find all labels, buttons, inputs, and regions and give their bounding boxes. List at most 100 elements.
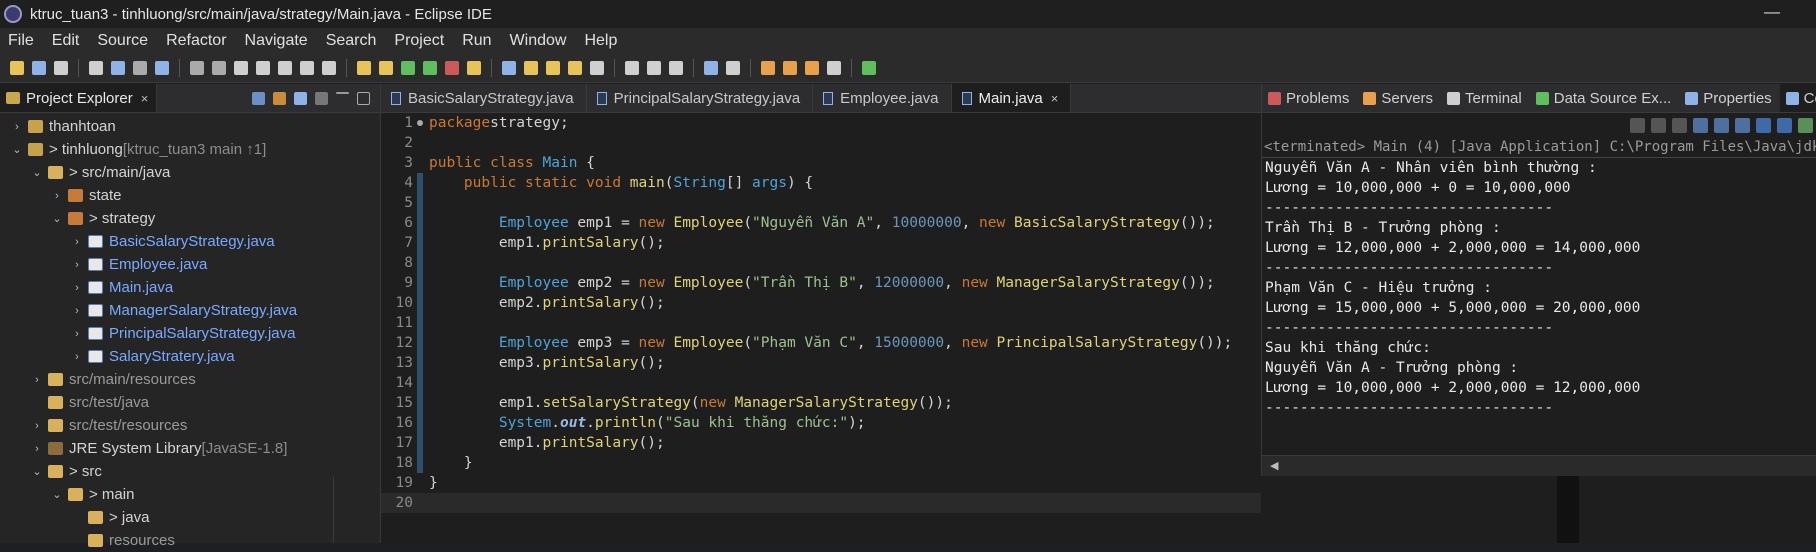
toolbar-icon[interactable] bbox=[669, 60, 683, 75]
chevron-down-icon[interactable]: ⌄ bbox=[30, 166, 44, 179]
toolbar-icon[interactable] bbox=[322, 60, 336, 75]
console-tab[interactable]: Cons bbox=[1779, 84, 1816, 112]
tree-item[interactable]: › src/test/resources bbox=[0, 414, 380, 437]
toolbar-icon[interactable] bbox=[278, 60, 292, 75]
show-on-output-icon[interactable] bbox=[1756, 117, 1771, 133]
tree-item[interactable]: › SalaryStratery.java bbox=[0, 345, 380, 368]
toolbar-icon[interactable] bbox=[546, 60, 560, 75]
toolbar-icon[interactable] bbox=[502, 60, 516, 75]
toolbar-icon[interactable] bbox=[212, 60, 226, 75]
toolbar-icon[interactable] bbox=[647, 60, 661, 75]
console-tab[interactable]: Problems bbox=[1262, 84, 1357, 112]
toolbar-icon[interactable] bbox=[155, 60, 169, 75]
menu-search[interactable]: Search bbox=[318, 32, 387, 50]
chevron-right-icon[interactable]: › bbox=[30, 443, 44, 455]
tree-item[interactable]: › BasicSalaryStrategy.java bbox=[0, 230, 380, 253]
chevron-right-icon[interactable]: › bbox=[70, 236, 84, 248]
scroll-lock-icon[interactable] bbox=[1714, 117, 1729, 133]
toolbar-icon[interactable] bbox=[467, 60, 481, 75]
tree-item[interactable]: › thanhtoan bbox=[0, 115, 380, 138]
toolbar-icon[interactable] bbox=[10, 60, 24, 75]
chevron-down-icon[interactable]: ⌄ bbox=[10, 143, 24, 156]
menu-project[interactable]: Project bbox=[386, 32, 454, 50]
toolbar-icon[interactable] bbox=[234, 60, 248, 75]
menu-edit[interactable]: Edit bbox=[44, 32, 90, 50]
tree-item[interactable]: resources bbox=[0, 529, 380, 552]
editor-tab[interactable]: PrincipalSalaryStrategy.java bbox=[587, 84, 814, 112]
toolbar-icon[interactable] bbox=[590, 60, 604, 75]
minimize-view-icon[interactable] bbox=[336, 91, 349, 94]
code-area[interactable]: 1 packagestrategy; 2 3 public class Main {4 … bbox=[381, 113, 1261, 513]
toolbar-icon[interactable] bbox=[761, 60, 775, 75]
tree-item[interactable]: › Main.java bbox=[0, 276, 380, 299]
close-icon[interactable]: × bbox=[1051, 91, 1059, 106]
editor-tab[interactable]: BasicSalaryStrategy.java bbox=[381, 84, 587, 112]
chevron-down-icon[interactable]: ⌄ bbox=[50, 212, 64, 225]
link-with-editor-icon[interactable] bbox=[273, 91, 286, 105]
fold-marker-icon[interactable] bbox=[417, 120, 423, 126]
chevron-right-icon[interactable]: › bbox=[30, 374, 44, 386]
chevron-right-icon[interactable]: › bbox=[70, 259, 84, 271]
toolbar-icon[interactable] bbox=[32, 60, 46, 75]
tree-item[interactable]: src/test/java bbox=[0, 391, 380, 414]
toolbar-icon[interactable] bbox=[300, 60, 314, 75]
menu-window[interactable]: Window bbox=[502, 32, 577, 50]
console-tab[interactable]: Servers bbox=[1357, 84, 1441, 112]
view-menu-icon[interactable] bbox=[315, 91, 328, 105]
tree-item[interactable]: ⌄ > src bbox=[0, 460, 380, 483]
word-wrap-icon[interactable] bbox=[1735, 117, 1750, 133]
chevron-down-icon[interactable]: ⌄ bbox=[30, 465, 44, 478]
console-horizontal-scrollbar[interactable]: ◀ bbox=[1262, 455, 1816, 476]
chevron-right-icon[interactable]: › bbox=[10, 121, 24, 133]
toolbar-icon[interactable] bbox=[111, 60, 125, 75]
toolbar-icon[interactable] bbox=[568, 60, 582, 75]
toolbar-icon[interactable] bbox=[133, 60, 147, 75]
open-console-icon[interactable] bbox=[1798, 117, 1813, 133]
remove-all-icon[interactable] bbox=[1672, 117, 1687, 133]
console-tab[interactable]: Terminal bbox=[1441, 84, 1530, 112]
menu-navigate[interactable]: Navigate bbox=[237, 32, 318, 50]
toolbar-icon[interactable] bbox=[862, 60, 876, 75]
chevron-right-icon[interactable]: › bbox=[70, 282, 84, 294]
tree-item[interactable]: › PrincipalSalaryStrategy.java bbox=[0, 322, 380, 345]
toolbar-icon[interactable] bbox=[827, 60, 841, 75]
tree-item[interactable]: ⌄ > main bbox=[0, 483, 380, 506]
chevron-down-icon[interactable]: ⌄ bbox=[50, 488, 64, 501]
toolbar-icon[interactable] bbox=[401, 60, 415, 75]
menu-source[interactable]: Source bbox=[89, 32, 158, 50]
toolbar-icon[interactable] bbox=[524, 60, 538, 75]
tree-item[interactable]: ⌄ > src/main/java bbox=[0, 161, 380, 184]
toolbar-icon[interactable] bbox=[783, 60, 797, 75]
console-tab[interactable]: Data Source Ex... bbox=[1530, 84, 1680, 112]
close-icon[interactable]: × bbox=[141, 91, 149, 106]
toolbar-icon[interactable] bbox=[805, 60, 819, 75]
toolbar-icon[interactable] bbox=[357, 60, 371, 75]
filter-icon[interactable] bbox=[294, 91, 307, 105]
minimize-button[interactable]: — bbox=[1764, 4, 1780, 22]
tab-project-explorer[interactable]: Project Explorer × bbox=[0, 84, 158, 112]
menu-run[interactable]: Run bbox=[454, 32, 501, 50]
editor-vertical-scrollbar[interactable] bbox=[1557, 476, 1579, 543]
toolbar-icon[interactable] bbox=[704, 60, 718, 75]
toolbar-icon[interactable] bbox=[445, 60, 459, 75]
tree-item[interactable]: > java bbox=[0, 506, 380, 529]
toolbar-icon[interactable] bbox=[625, 60, 639, 75]
menu-file[interactable]: File bbox=[0, 32, 44, 50]
editor-tab[interactable]: Employee.java bbox=[813, 84, 952, 112]
editor-tab[interactable]: Main.java × bbox=[951, 84, 1072, 112]
scroll-left-icon[interactable]: ◀ bbox=[1270, 459, 1278, 472]
chevron-right-icon[interactable]: › bbox=[50, 190, 64, 202]
tree-item[interactable]: ⌄ > tinhluong [ktruc_tuan3 main ↑1] bbox=[0, 138, 380, 161]
chevron-right-icon[interactable]: › bbox=[70, 351, 84, 363]
tree-item[interactable]: › src/main/resources bbox=[0, 368, 380, 391]
chevron-right-icon[interactable]: › bbox=[70, 305, 84, 317]
console-tab[interactable]: Properties bbox=[1679, 84, 1779, 112]
toolbar-icon[interactable] bbox=[89, 60, 103, 75]
chevron-right-icon[interactable]: › bbox=[30, 420, 44, 432]
toolbar-icon[interactable] bbox=[256, 60, 270, 75]
collapse-all-icon[interactable] bbox=[252, 91, 265, 105]
toolbar-icon[interactable] bbox=[726, 60, 740, 75]
tree-item[interactable]: › ManagerSalaryStrategy.java bbox=[0, 299, 380, 322]
toolbar-icon[interactable] bbox=[379, 60, 393, 75]
maximize-view-icon[interactable] bbox=[357, 91, 370, 105]
